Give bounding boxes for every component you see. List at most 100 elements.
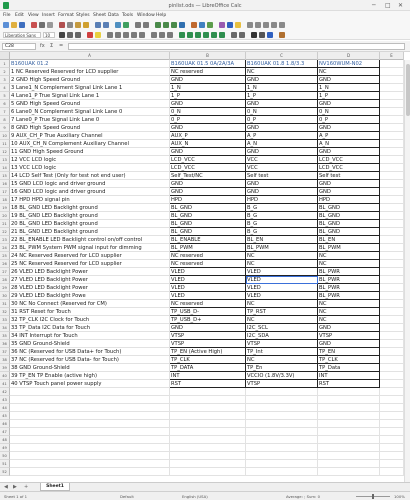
align-left-icon[interactable]	[107, 32, 113, 38]
cell-d[interactable]: A_N	[318, 140, 380, 148]
cell-d[interactable]: TP_EN	[318, 348, 380, 356]
row-header[interactable]: 20	[0, 212, 10, 220]
cell-b[interactable]	[170, 388, 246, 396]
cell-c[interactable]: GND	[246, 76, 318, 84]
sum-icon[interactable]: Σ	[50, 43, 53, 50]
undo-icon[interactable]	[95, 22, 101, 28]
cell-d[interactable]: Self test	[318, 172, 380, 180]
menu-window[interactable]: Window	[137, 13, 155, 18]
cell-e[interactable]	[380, 140, 404, 148]
cell-b[interactable]	[170, 420, 246, 428]
cell-c[interactable]: GND	[246, 148, 318, 156]
cell-e[interactable]	[380, 356, 404, 364]
row-header[interactable]: 6	[0, 100, 10, 108]
insert-chart-icon[interactable]	[199, 22, 205, 28]
cell-d[interactable]: BL_GND	[318, 220, 380, 228]
scrollbar-thumb[interactable]	[406, 64, 410, 116]
cell-b[interactable]: VLED	[170, 276, 246, 284]
cell-b[interactable]: VLED	[170, 292, 246, 300]
cell-e[interactable]	[380, 180, 404, 188]
cell-d[interactable]: TP_Data	[318, 364, 380, 372]
cell-a[interactable]: 22 BL_ENABLE LED Backlight control on/of…	[10, 236, 170, 244]
cell-c[interactable]	[246, 428, 318, 436]
row-header[interactable]: 43	[0, 396, 10, 404]
minimize-button[interactable]: ─	[372, 2, 376, 9]
cell-e[interactable]	[380, 284, 404, 292]
cell-d[interactable]: BL_EN	[318, 236, 380, 244]
cell-c[interactable]: VCC	[246, 156, 318, 164]
menu-insert[interactable]: Insert	[42, 13, 55, 18]
cell-a[interactable]: 10 AUX_CH_N Complement Auxiliary Channel	[10, 140, 170, 148]
cell-e[interactable]	[380, 292, 404, 300]
cell-a[interactable]	[10, 452, 170, 460]
column-header-c[interactable]: C	[246, 52, 318, 60]
row-header[interactable]: 34	[0, 324, 10, 332]
cell-b[interactable]: AUX_N	[170, 140, 246, 148]
zoom-level[interactable]: 100%	[394, 494, 405, 499]
cell-b[interactable]: 1_P	[170, 92, 246, 100]
font-size-select[interactable]: 10	[43, 32, 55, 38]
row-header[interactable]: 19	[0, 204, 10, 212]
cell-c[interactable]	[246, 468, 318, 476]
cell-d[interactable]: NC	[318, 252, 380, 260]
cell-d[interactable]: RST	[318, 380, 380, 388]
language[interactable]: English (USA)	[182, 494, 208, 499]
cell-a[interactable]: 2 GND High Speed Ground	[10, 76, 170, 84]
format-date-icon[interactable]	[203, 32, 209, 38]
cell-c[interactable]	[246, 460, 318, 468]
cell-a[interactable]	[10, 396, 170, 404]
menu-format[interactable]: Format	[58, 13, 74, 18]
row-header[interactable]: 13	[0, 156, 10, 164]
row-header[interactable]: 24	[0, 244, 10, 252]
cell-d[interactable]: GND	[318, 124, 380, 132]
cell-d[interactable]: VTSP	[318, 332, 380, 340]
cell-e[interactable]	[380, 380, 404, 388]
cell-a[interactable]	[10, 420, 170, 428]
cell-d[interactable]	[318, 412, 380, 420]
cell-c[interactable]: B_G	[246, 212, 318, 220]
cell-b[interactable]: RST	[170, 380, 246, 388]
cell-e[interactable]	[380, 92, 404, 100]
cell-a[interactable]: 26 VLED LED Backlight Power	[10, 268, 170, 276]
cell-d[interactable]: BL_GND	[318, 212, 380, 220]
freeze-rows-columns-icon[interactable]	[263, 22, 269, 28]
sheet-tab[interactable]: Sheet1	[40, 483, 70, 491]
cell-e[interactable]	[380, 428, 404, 436]
cell-e[interactable]	[380, 276, 404, 284]
cell-a[interactable]: 27 VLED LED Backlight Power	[10, 276, 170, 284]
menu-data[interactable]: Data	[108, 13, 119, 18]
cell-e[interactable]	[380, 324, 404, 332]
sort-icon[interactable]	[155, 22, 161, 28]
define-print-area-icon[interactable]	[255, 22, 261, 28]
cell-c[interactable]: A_N	[246, 140, 318, 148]
border-color-icon[interactable]	[267, 32, 273, 38]
cell-b[interactable]: GND	[170, 188, 246, 196]
cell-c[interactable]: GND	[246, 188, 318, 196]
cell-c[interactable]: I2C_SCL	[246, 324, 318, 332]
cell-a[interactable]: 16 GND LCD logic and driver ground	[10, 188, 170, 196]
cell-a[interactable]: 36 NC (Reserved for USB Data+ for Touch)	[10, 348, 170, 356]
cell-e[interactable]	[380, 260, 404, 268]
cell-d[interactable]	[318, 468, 380, 476]
cell-a[interactable]: 4 Lane1_P True Signal Link Lane 1	[10, 92, 170, 100]
cell-a[interactable]: 12 VCC LCD logic	[10, 156, 170, 164]
italic-icon[interactable]	[67, 32, 73, 38]
row-header[interactable]: 40	[0, 372, 10, 380]
cell-d[interactable]: NC	[318, 308, 380, 316]
cell-a[interactable]: 13 VCC LCD logic	[10, 164, 170, 172]
cell-e[interactable]	[380, 316, 404, 324]
cell-a[interactable]: 1 NC Reserved Reserved for LCD supplier	[10, 68, 170, 76]
cell-c[interactable]: B_G	[246, 228, 318, 236]
export-pdf-icon[interactable]	[31, 22, 37, 28]
cell-a[interactable]: 32 TP_CLK I2C Clock for Touch	[10, 316, 170, 324]
align-top-icon[interactable]	[151, 32, 157, 38]
cell-e[interactable]	[380, 364, 404, 372]
cell-e[interactable]	[380, 436, 404, 444]
cell-a[interactable]: 11 GND High Speed Ground	[10, 148, 170, 156]
vertical-scrollbar[interactable]	[404, 60, 410, 482]
decrease-indent-icon[interactable]	[239, 32, 245, 38]
pivot-table-icon[interactable]	[207, 22, 213, 28]
cell-a[interactable]	[10, 460, 170, 468]
cell-b[interactable]: TP_USB_D+	[170, 316, 246, 324]
cell-e[interactable]	[380, 132, 404, 140]
